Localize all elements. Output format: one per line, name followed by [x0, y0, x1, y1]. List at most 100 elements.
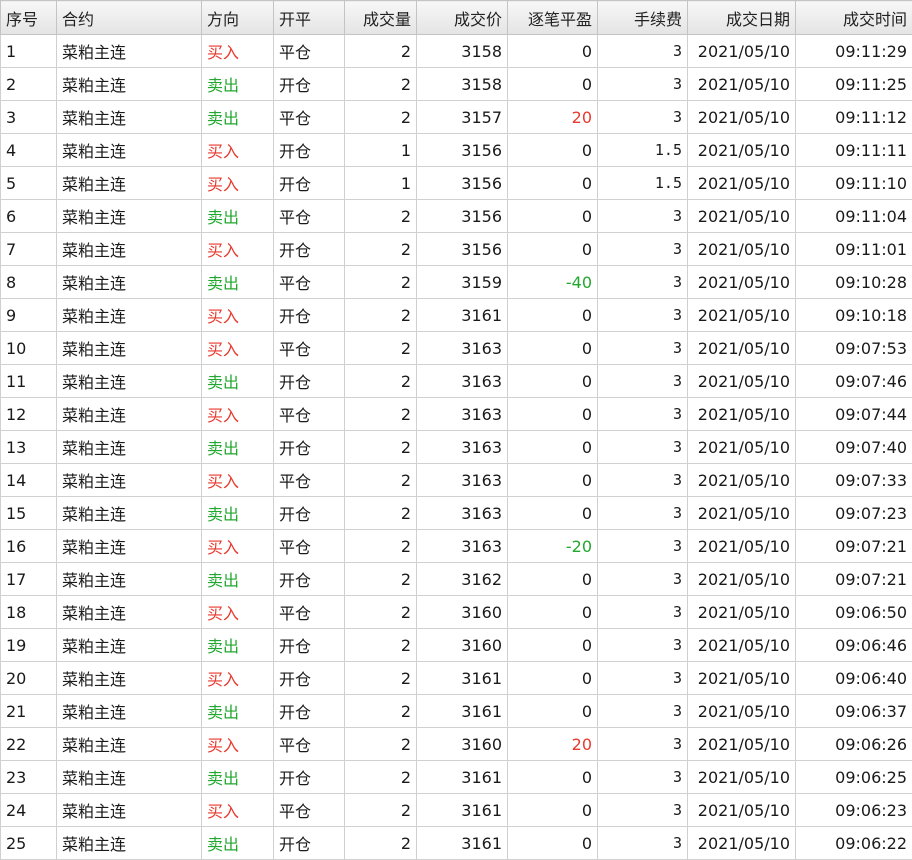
table-row[interactable]: 13菜粕主连卖出开仓23163032021/05/1009:07:40 — [1, 431, 912, 464]
cell-offset: 开仓 — [274, 629, 345, 662]
cell-date: 2021/05/10 — [688, 761, 796, 794]
table-row[interactable]: 9菜粕主连买入开仓23161032021/05/1009:10:18 — [1, 299, 912, 332]
cell-date: 2021/05/10 — [688, 134, 796, 167]
cell-no: 3 — [1, 101, 57, 134]
cell-direction: 卖出 — [202, 365, 274, 398]
cell-pnl: 0 — [508, 365, 598, 398]
cell-no: 12 — [1, 398, 57, 431]
cell-fee: 3 — [598, 497, 688, 530]
cell-direction: 买入 — [202, 332, 274, 365]
table-row[interactable]: 17菜粕主连卖出开仓23162032021/05/1009:07:21 — [1, 563, 912, 596]
cell-no: 14 — [1, 464, 57, 497]
cell-volume: 2 — [345, 35, 417, 68]
table-row[interactable]: 22菜粕主连买入平仓231602032021/05/1009:06:26 — [1, 728, 912, 761]
table-row[interactable]: 7菜粕主连买入开仓23156032021/05/1009:11:01 — [1, 233, 912, 266]
table-row[interactable]: 24菜粕主连买入平仓23161032021/05/1009:06:23 — [1, 794, 912, 827]
cell-date: 2021/05/10 — [688, 332, 796, 365]
column-header-direction[interactable]: 方向 — [202, 1, 274, 35]
cell-volume: 2 — [345, 266, 417, 299]
cell-direction: 买入 — [202, 530, 274, 563]
table-row[interactable]: 3菜粕主连卖出平仓231572032021/05/1009:11:12 — [1, 101, 912, 134]
table-row[interactable]: 5菜粕主连买入开仓1315601.52021/05/1009:11:10 — [1, 167, 912, 200]
cell-direction: 卖出 — [202, 266, 274, 299]
cell-direction: 卖出 — [202, 431, 274, 464]
column-header-offset[interactable]: 开平 — [274, 1, 345, 35]
cell-fee: 3 — [598, 101, 688, 134]
cell-contract: 菜粕主连 — [57, 728, 202, 761]
table-row[interactable]: 12菜粕主连买入平仓23163032021/05/1009:07:44 — [1, 398, 912, 431]
column-header-contract[interactable]: 合约 — [57, 1, 202, 35]
cell-no: 7 — [1, 233, 57, 266]
cell-no: 4 — [1, 134, 57, 167]
column-header-pnl[interactable]: 逐笔平盈 — [508, 1, 598, 35]
cell-price: 3163 — [417, 431, 508, 464]
table-row[interactable]: 14菜粕主连买入平仓23163032021/05/1009:07:33 — [1, 464, 912, 497]
cell-direction: 买入 — [202, 35, 274, 68]
cell-direction: 买入 — [202, 233, 274, 266]
cell-contract: 菜粕主连 — [57, 794, 202, 827]
table-row[interactable]: 6菜粕主连卖出平仓23156032021/05/1009:11:04 — [1, 200, 912, 233]
cell-contract: 菜粕主连 — [57, 629, 202, 662]
table-row[interactable]: 21菜粕主连卖出开仓23161032021/05/1009:06:37 — [1, 695, 912, 728]
cell-price: 3163 — [417, 497, 508, 530]
cell-pnl: 0 — [508, 332, 598, 365]
table-row[interactable]: 8菜粕主连卖出平仓23159-4032021/05/1009:10:28 — [1, 266, 912, 299]
cell-no: 1 — [1, 35, 57, 68]
cell-date: 2021/05/10 — [688, 695, 796, 728]
column-header-date[interactable]: 成交日期 — [688, 1, 796, 35]
cell-offset: 开仓 — [274, 563, 345, 596]
cell-time: 09:11:01 — [796, 233, 912, 266]
cell-no: 11 — [1, 365, 57, 398]
cell-fee: 3 — [598, 761, 688, 794]
cell-offset: 开仓 — [274, 761, 345, 794]
table-row[interactable]: 18菜粕主连买入平仓23160032021/05/1009:06:50 — [1, 596, 912, 629]
cell-volume: 2 — [345, 431, 417, 464]
cell-direction: 卖出 — [202, 497, 274, 530]
column-header-price[interactable]: 成交价 — [417, 1, 508, 35]
cell-contract: 菜粕主连 — [57, 563, 202, 596]
cell-no: 8 — [1, 266, 57, 299]
table-row[interactable]: 10菜粕主连买入平仓23163032021/05/1009:07:53 — [1, 332, 912, 365]
cell-contract: 菜粕主连 — [57, 35, 202, 68]
cell-price: 3161 — [417, 695, 508, 728]
table-row[interactable]: 20菜粕主连买入开仓23161032021/05/1009:06:40 — [1, 662, 912, 695]
table-row[interactable]: 16菜粕主连买入平仓23163-2032021/05/1009:07:21 — [1, 530, 912, 563]
cell-price: 3161 — [417, 761, 508, 794]
cell-pnl: 0 — [508, 134, 598, 167]
cell-direction: 卖出 — [202, 563, 274, 596]
cell-fee: 1.5 — [598, 167, 688, 200]
cell-no: 9 — [1, 299, 57, 332]
cell-date: 2021/05/10 — [688, 167, 796, 200]
cell-offset: 平仓 — [274, 266, 345, 299]
column-header-time[interactable]: 成交时间 — [796, 1, 912, 35]
cell-time: 09:06:25 — [796, 761, 912, 794]
table-row[interactable]: 1菜粕主连买入平仓23158032021/05/1009:11:29 — [1, 35, 912, 68]
cell-pnl: 0 — [508, 497, 598, 530]
cell-offset: 开仓 — [274, 497, 345, 530]
table-row[interactable]: 19菜粕主连卖出开仓23160032021/05/1009:06:46 — [1, 629, 912, 662]
cell-contract: 菜粕主连 — [57, 464, 202, 497]
cell-offset: 开仓 — [274, 233, 345, 266]
table-row[interactable]: 15菜粕主连卖出开仓23163032021/05/1009:07:23 — [1, 497, 912, 530]
cell-time: 09:06:37 — [796, 695, 912, 728]
cell-volume: 2 — [345, 596, 417, 629]
table-row[interactable]: 2菜粕主连卖出开仓23158032021/05/1009:11:25 — [1, 68, 912, 101]
cell-price: 3163 — [417, 530, 508, 563]
table-row[interactable]: 11菜粕主连卖出开仓23163032021/05/1009:07:46 — [1, 365, 912, 398]
column-header-no[interactable]: 序号 — [1, 1, 57, 35]
cell-time: 09:10:28 — [796, 266, 912, 299]
column-header-fee[interactable]: 手续费 — [598, 1, 688, 35]
table-row[interactable]: 4菜粕主连买入开仓1315601.52021/05/1009:11:11 — [1, 134, 912, 167]
cell-fee: 3 — [598, 68, 688, 101]
cell-contract: 菜粕主连 — [57, 101, 202, 134]
cell-contract: 菜粕主连 — [57, 497, 202, 530]
table-row[interactable]: 23菜粕主连卖出开仓23161032021/05/1009:06:25 — [1, 761, 912, 794]
cell-contract: 菜粕主连 — [57, 134, 202, 167]
cell-price: 3159 — [417, 266, 508, 299]
cell-time: 09:11:25 — [796, 68, 912, 101]
cell-date: 2021/05/10 — [688, 794, 796, 827]
cell-fee: 3 — [598, 332, 688, 365]
cell-direction: 买入 — [202, 464, 274, 497]
column-header-volume[interactable]: 成交量 — [345, 1, 417, 35]
cell-date: 2021/05/10 — [688, 233, 796, 266]
